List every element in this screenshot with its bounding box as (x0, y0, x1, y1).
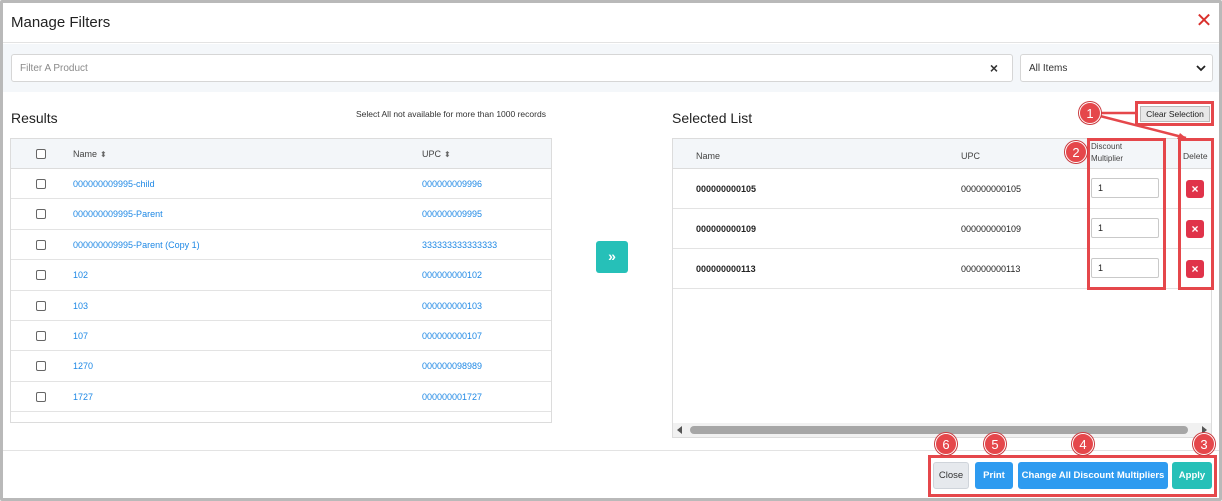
row-checkbox[interactable] (36, 239, 46, 250)
selected-list-title: Selected List (672, 110, 753, 126)
print-button[interactable]: Print (975, 462, 1013, 489)
delete-icon[interactable]: × (1186, 180, 1204, 198)
scrollbar-thumb[interactable] (690, 426, 1188, 434)
results-table-header: Name ⬍ UPC ⬍ (11, 139, 551, 169)
dialog-title: Manage Filters (11, 14, 111, 31)
table-row: 000000009995-child 000000009996 (11, 169, 551, 200)
row-checkbox[interactable] (36, 270, 46, 281)
annotation-badge-1: 1 (1079, 102, 1101, 124)
annotation-badge-6: 6 (935, 433, 957, 455)
sort-icon[interactable]: ⬍ (444, 150, 451, 159)
chevron-down-icon (1196, 65, 1206, 72)
table-row: 1270 000000098989 (11, 351, 551, 382)
select-all-note: Select All not available for more than 1… (356, 109, 546, 119)
name-header-label: Name (73, 149, 98, 159)
dialog-header: Manage Filters ✕ (3, 3, 1219, 43)
name-column-header[interactable]: Name ⬍ (73, 149, 107, 159)
annotation-badge-4: 4 (1072, 433, 1094, 455)
delete-header: Delete (1183, 151, 1208, 161)
row-checkbox[interactable] (36, 209, 46, 220)
product-name-link[interactable]: 000000009995-Parent (73, 209, 163, 219)
clear-selection-button[interactable]: Clear Selection (1140, 106, 1210, 122)
product-name-link[interactable]: 107 (73, 331, 88, 341)
table-row: 000000009995-Parent 000000009995 (11, 199, 551, 230)
annotation-badge-2: 2 (1065, 141, 1087, 163)
selected-row: 000000000109 000000000109 × (673, 209, 1211, 249)
discount-multiplier-input[interactable] (1091, 258, 1159, 278)
add-to-selected-button[interactable]: » (596, 241, 628, 273)
product-upc-link[interactable]: 000000009996 (422, 179, 482, 189)
selected-name: 000000000105 (696, 184, 757, 194)
selected-upc: 000000000113 (961, 264, 1021, 274)
product-name-link[interactable]: 102 (73, 270, 88, 280)
close-icon[interactable]: ✕ (1195, 11, 1213, 31)
product-name-link[interactable]: 1727 (73, 392, 93, 402)
table-row: 103 000000000103 (11, 291, 551, 321)
table-row: 102 000000000102 (11, 260, 551, 291)
double-chevron-right-icon: » (608, 248, 616, 264)
selected-name: 000000000109 (696, 224, 757, 234)
product-upc-link[interactable]: 000000000102 (422, 270, 482, 280)
results-table: Name ⬍ UPC ⬍ 000000009995-child 0000000099… (10, 138, 552, 423)
selected-row: 000000000105 000000000105 × (673, 169, 1211, 209)
product-name-link[interactable]: 103 (73, 301, 88, 311)
selected-upc-header: UPC (961, 151, 981, 161)
table-row: 1727 000000001727 (11, 382, 551, 413)
row-checkbox[interactable] (36, 330, 46, 341)
product-upc-link[interactable]: 000000000103 (422, 301, 482, 311)
selected-list-table: Name UPC Discount Multiplier Delete 0000… (672, 138, 1212, 438)
footer-divider (3, 450, 1219, 451)
scroll-left-icon[interactable] (677, 426, 682, 434)
annotation-badge-3: 3 (1193, 433, 1215, 455)
change-all-multipliers-button[interactable]: Change All Discount Multipliers (1018, 462, 1168, 489)
filter-bar: × All Items (3, 44, 1219, 92)
discount-multiplier-header-line1: Discount (1091, 142, 1123, 151)
selected-upc: 000000000105 (961, 184, 1022, 194)
row-checkbox[interactable] (36, 391, 46, 402)
annotation-badge-5: 5 (984, 433, 1006, 455)
upc-column-header[interactable]: UPC ⬍ (422, 149, 451, 159)
discount-multiplier-header-line2: Multiplier (1091, 154, 1124, 163)
row-checkbox[interactable] (36, 300, 46, 311)
product-upc-link[interactable]: 000000009995 (422, 209, 482, 219)
results-title: Results (11, 110, 58, 126)
selected-name-header: Name (696, 151, 721, 161)
row-checkbox[interactable] (36, 361, 46, 372)
product-upc-link[interactable]: 000000001727 (422, 392, 482, 402)
sort-icon[interactable]: ⬍ (100, 150, 107, 159)
selected-upc: 000000000109 (961, 224, 1022, 234)
table-row: 000000009995-Parent (Copy 1) 33333333333… (11, 230, 551, 261)
selected-name: 000000000113 (696, 264, 756, 274)
discount-multiplier-header: Discount Multiplier (1091, 141, 1123, 165)
items-filter-select[interactable]: All Items (1020, 54, 1213, 82)
delete-icon[interactable]: × (1186, 260, 1204, 278)
selected-table-header: Name UPC Discount Multiplier Delete (673, 139, 1211, 169)
product-name-link[interactable]: 1270 (73, 361, 93, 371)
apply-button[interactable]: Apply (1172, 462, 1212, 489)
product-upc-link[interactable]: 000000098989 (422, 361, 482, 371)
delete-icon[interactable]: × (1186, 220, 1204, 238)
row-checkbox[interactable] (36, 179, 46, 189)
select-all-checkbox[interactable] (36, 149, 46, 159)
clear-filter-icon[interactable]: × (987, 61, 1001, 75)
product-upc-link[interactable]: 000000000107 (422, 331, 482, 341)
product-upc-link[interactable]: 333333333333333 (422, 240, 497, 250)
results-table-body: 000000009995-child 000000009996 00000000… (11, 169, 551, 413)
selected-row: 000000000113 000000000113 × (673, 249, 1211, 289)
discount-multiplier-input[interactable] (1091, 218, 1159, 238)
filter-product-input[interactable] (11, 54, 1013, 82)
product-name-link[interactable]: 000000009995-child (73, 179, 155, 189)
close-button[interactable]: Close (933, 462, 969, 489)
product-name-link[interactable]: 000000009995-Parent (Copy 1) (73, 240, 200, 250)
upc-header-label: UPC (422, 149, 442, 159)
items-filter-value: All Items (1029, 63, 1068, 74)
table-row: 107 000000000107 (11, 321, 551, 352)
discount-multiplier-input[interactable] (1091, 178, 1159, 198)
